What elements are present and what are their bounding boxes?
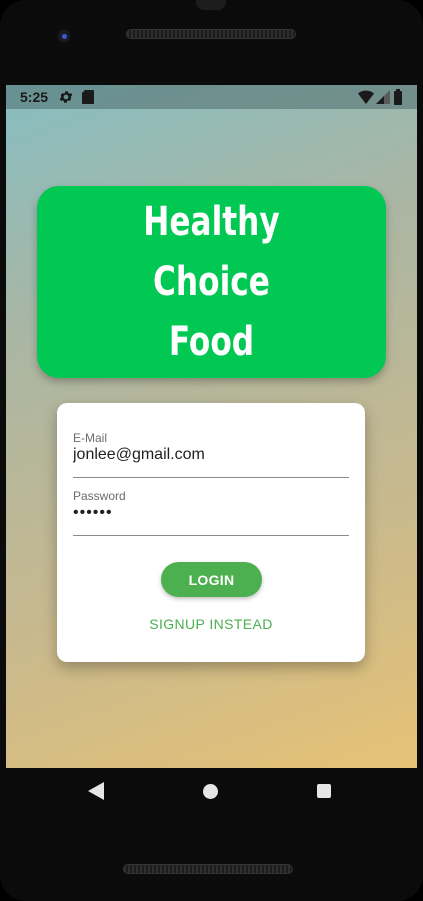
email-field[interactable]: E-Mail (73, 431, 349, 478)
app-title-line: Choice (153, 259, 270, 305)
front-camera (55, 27, 73, 45)
bottom-speaker (123, 864, 293, 874)
password-input[interactable] (73, 504, 349, 522)
email-input[interactable] (73, 446, 349, 464)
app-title-line: Healthy (143, 199, 280, 245)
navigation-bar (6, 768, 417, 816)
device-frame: 5:25 Healthy Choice Food E-Mail jonlee@g… (0, 0, 423, 901)
login-button[interactable]: LOGIN (161, 562, 262, 597)
password-field[interactable]: Password (73, 489, 349, 536)
signup-instead-button[interactable]: SIGNUP INSTEAD (141, 613, 281, 635)
signal-icon (376, 90, 390, 104)
app-screen: 5:25 Healthy Choice Food E-Mail jonlee@g… (6, 85, 417, 768)
status-time: 5:25 (20, 89, 49, 105)
wifi-icon (358, 90, 374, 104)
app-title-banner: Healthy Choice Food (37, 186, 386, 378)
battery-icon (394, 89, 402, 105)
email-label: E-Mail (73, 431, 108, 445)
sd-card-icon (82, 90, 94, 104)
earpiece-speaker (126, 29, 296, 39)
status-bar: 5:25 (6, 85, 417, 109)
app-title: Healthy Choice Food (143, 192, 279, 372)
top-notch (196, 0, 226, 10)
back-icon[interactable] (88, 782, 104, 800)
home-icon[interactable] (203, 784, 218, 799)
password-label: Password (73, 489, 126, 503)
login-card: E-Mail Password LOGIN SIGNUP INSTEAD (57, 403, 365, 662)
recents-icon[interactable] (317, 784, 331, 798)
app-title-line: Food (168, 319, 255, 365)
gear-icon (59, 91, 73, 103)
